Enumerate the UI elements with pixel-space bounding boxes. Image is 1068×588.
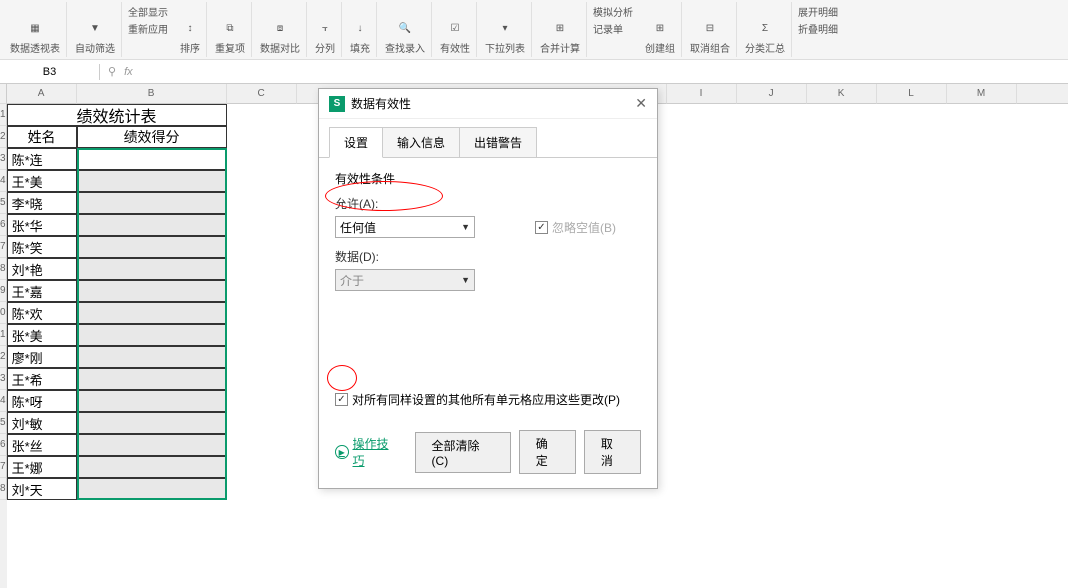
data-validation-dialog: S 数据有效性 ✕ 设置 输入信息 出错警告 有效性条件 允许(A): 任何值 … (318, 88, 658, 489)
col-header[interactable] (1017, 84, 1068, 104)
allow-select[interactable]: 任何值 ▼ (335, 216, 475, 238)
ribbon-sort[interactable]: ↕排序 (174, 2, 207, 57)
chevron-down-icon: ▼ (461, 275, 470, 285)
col-header[interactable]: L (877, 84, 947, 104)
search-icon[interactable]: ⚲ (108, 65, 116, 78)
table-cell[interactable]: 张*华 (7, 214, 77, 236)
ribbon-subtotal[interactable]: Σ分类汇总 (739, 2, 792, 57)
table-cell[interactable]: 陈*笑 (7, 236, 77, 258)
col-header[interactable]: I (667, 84, 737, 104)
dialog-tabs: 设置 输入信息 出错警告 (319, 119, 657, 158)
tips-link[interactable]: ▶ 操作技巧 (335, 435, 399, 469)
data-select: 介于 ▼ (335, 269, 475, 291)
ribbon-fill[interactable]: ↓填充 (344, 2, 377, 57)
dialog-titlebar[interactable]: S 数据有效性 ✕ (319, 89, 657, 119)
table-cell[interactable]: 廖*刚 (7, 346, 77, 368)
dialog-body: 有效性条件 允许(A): 任何值 ▼ 忽略空值(B) 数据(D): 介于 ▼ 对… (319, 157, 657, 420)
table-title[interactable]: 绩效统计表 (7, 104, 227, 126)
ignore-blank-checkbox: 忽略空值(B) (535, 219, 616, 236)
clear-all-button[interactable]: 全部清除(C) (415, 432, 511, 473)
col-header[interactable]: B (77, 84, 227, 104)
tab-settings[interactable]: 设置 (329, 127, 383, 158)
table-cell[interactable] (77, 390, 227, 412)
ribbon: ▦数据透视表 ▼自动筛选 全部显示 重新应用 ↕排序 ⧉重复项 ⧈数据对比 ⫟分… (0, 0, 1068, 60)
ribbon-consolidate[interactable]: ⊞合并计算 (534, 2, 587, 57)
col-header[interactable]: A (7, 84, 77, 104)
table-cell[interactable] (77, 368, 227, 390)
checkbox-icon (335, 393, 348, 406)
ribbon-lookup[interactable]: 🔍查找录入 (379, 2, 432, 57)
table-cell[interactable]: 李*晓 (7, 192, 77, 214)
header-name[interactable]: 姓名 (7, 126, 77, 148)
ribbon-duplicates[interactable]: ⧉重复项 (209, 2, 252, 57)
table-cell[interactable] (77, 214, 227, 236)
table-cell[interactable]: 陈*连 (7, 148, 77, 170)
table-cell[interactable] (77, 412, 227, 434)
table-cell[interactable]: 张*美 (7, 324, 77, 346)
formula-bar: B3 ⚲ fx (0, 60, 1068, 84)
col-header[interactable]: C (227, 84, 297, 104)
ribbon-show-reapply[interactable]: 全部显示 重新应用 (124, 2, 172, 57)
table-cell[interactable]: 王*希 (7, 368, 77, 390)
table-cell[interactable]: 陈*呀 (7, 390, 77, 412)
ribbon-group[interactable]: ⊞创建组 (639, 2, 682, 57)
table-cell[interactable]: 刘*敏 (7, 412, 77, 434)
fx-label[interactable]: fx (124, 66, 133, 78)
apply-all-checkbox[interactable]: 对所有同样设置的其他所有单元格应用这些更改(P) (335, 391, 641, 408)
dialog-title-text: 数据有效性 (351, 95, 411, 112)
dialog-footer: ▶ 操作技巧 全部清除(C) 确定 取消 (319, 420, 657, 488)
col-header[interactable]: M (947, 84, 1017, 104)
table-cell[interactable]: 刘*艳 (7, 258, 77, 280)
tab-error-alert[interactable]: 出错警告 (459, 127, 537, 158)
table-cell[interactable]: 刘*天 (7, 478, 77, 500)
table-cell[interactable] (77, 456, 227, 478)
play-icon: ▶ (335, 445, 349, 459)
ribbon-split[interactable]: ⫟分列 (309, 2, 342, 57)
allow-label: 允许(A): (335, 195, 641, 212)
table-cell[interactable]: 张*丝 (7, 434, 77, 456)
tab-input-message[interactable]: 输入信息 (382, 127, 460, 158)
section-label: 有效性条件 (335, 170, 641, 187)
ribbon-compare[interactable]: ⧈数据对比 (254, 2, 307, 57)
ribbon-pivot[interactable]: ▦数据透视表 (4, 2, 67, 57)
table-cell[interactable]: 王*嘉 (7, 280, 77, 302)
checkbox-icon (535, 221, 548, 234)
ribbon-ungroup[interactable]: ⊟取消组合 (684, 2, 737, 57)
table-cell[interactable] (77, 170, 227, 192)
table-cell[interactable] (77, 434, 227, 456)
table-cell[interactable] (77, 148, 227, 170)
ribbon-autofilter[interactable]: ▼自动筛选 (69, 2, 122, 57)
table-cell[interactable] (77, 236, 227, 258)
name-box[interactable]: B3 (0, 64, 100, 80)
ribbon-expand-collapse[interactable]: 展开明细 折叠明细 (794, 2, 842, 57)
col-header[interactable]: J (737, 84, 807, 104)
ok-button[interactable]: 确定 (519, 430, 576, 474)
table-cell[interactable] (77, 324, 227, 346)
watermark: 侠 xiayx.com 游戏 (964, 518, 1058, 578)
table-cell[interactable]: 王*娜 (7, 456, 77, 478)
ribbon-dropdown[interactable]: ▾下拉列表 (479, 2, 532, 57)
table-cell[interactable] (77, 346, 227, 368)
cancel-button[interactable]: 取消 (584, 430, 641, 474)
table-cell[interactable] (77, 478, 227, 500)
table-cell[interactable]: 王*美 (7, 170, 77, 192)
close-icon[interactable]: ✕ (635, 95, 647, 112)
table-cell[interactable] (77, 192, 227, 214)
ribbon-whatif-record[interactable]: 模拟分析 记录单 (589, 2, 637, 57)
col-header[interactable]: K (807, 84, 877, 104)
table-cell[interactable] (77, 302, 227, 324)
table-cell[interactable] (77, 280, 227, 302)
chevron-down-icon: ▼ (461, 222, 470, 232)
app-icon: S (329, 96, 345, 112)
data-label: 数据(D): (335, 248, 641, 265)
table-cell[interactable]: 陈*欢 (7, 302, 77, 324)
ribbon-validation[interactable]: ☑有效性 (434, 2, 477, 57)
table-cell[interactable] (77, 258, 227, 280)
header-score[interactable]: 绩效得分 (77, 126, 227, 148)
